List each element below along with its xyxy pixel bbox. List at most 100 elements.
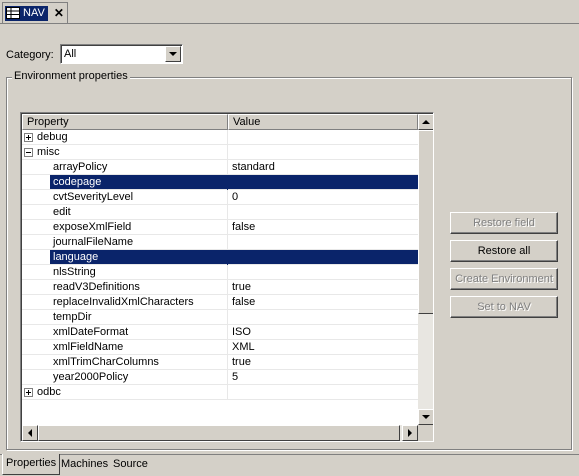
property-cell[interactable]: odbc [22, 385, 228, 400]
scroll-left-button[interactable] [22, 425, 38, 441]
value-cell[interactable] [228, 250, 418, 265]
table-row[interactable]: arrayPolicy standard [22, 160, 418, 175]
value-cell[interactable]: ISO [228, 325, 418, 340]
table-row[interactable]: odbc [22, 385, 418, 400]
restore-field-button[interactable]: Restore field [450, 212, 558, 234]
scroll-right-button[interactable] [402, 425, 418, 441]
table-row[interactable]: exposeXmlField false [22, 220, 418, 235]
column-header-property[interactable]: Property [22, 114, 228, 130]
property-name: replaceInvalidXmlCharacters [53, 296, 194, 308]
column-header-value[interactable]: Value [228, 114, 418, 130]
group-name: odbc [37, 386, 61, 398]
value-cell[interactable]: 0 [228, 190, 418, 205]
property-cell[interactable]: nlsString [22, 265, 228, 280]
property-cell[interactable]: cvtSeverityLevel [22, 190, 228, 205]
value-cell[interactable]: false [228, 220, 418, 235]
value-cell[interactable]: true [228, 355, 418, 370]
value-cell[interactable] [228, 130, 418, 145]
property-cell[interactable]: misc [22, 145, 228, 160]
table-row[interactable]: tempDir [22, 310, 418, 325]
table-row[interactable]: readV3Definitions true [22, 280, 418, 295]
value-cell[interactable] [228, 205, 418, 220]
restore-all-button[interactable]: Restore all [450, 240, 558, 262]
value-cell[interactable] [228, 235, 418, 250]
table-row[interactable]: year2000Policy 5 [22, 370, 418, 385]
property-cell[interactable]: readV3Definitions [22, 280, 228, 295]
group-name: debug [37, 131, 68, 143]
set-to-nav-button[interactable]: Set to NAV [450, 296, 558, 318]
value-cell[interactable]: false [228, 295, 418, 310]
property-cell[interactable]: codepage [22, 175, 228, 190]
property-name: nlsString [53, 266, 96, 278]
group-title: Environment properties [12, 70, 130, 82]
property-name: cvtSeverityLevel [53, 191, 134, 203]
table-row[interactable]: edit [22, 205, 418, 220]
property-cell[interactable]: exposeXmlField [22, 220, 228, 235]
nav-tab-chip[interactable]: NAV [5, 5, 48, 21]
value-cell[interactable] [228, 145, 418, 160]
property-name: tempDir [53, 311, 92, 323]
property-cell[interactable]: xmlDateFormat [22, 325, 228, 340]
value-cell[interactable] [228, 175, 418, 190]
value-cell[interactable] [228, 310, 418, 325]
property-name: journalFileName [53, 236, 134, 248]
expand-icon[interactable] [24, 388, 33, 397]
nav-editor-tab[interactable]: NAV ✕ [2, 2, 68, 23]
close-icon[interactable]: ✕ [54, 7, 64, 19]
group-name: misc [37, 146, 60, 158]
collapse-icon[interactable] [24, 148, 33, 157]
property-name: xmlFieldName [53, 341, 124, 353]
arrow-up-icon [422, 120, 430, 124]
scroll-up-button[interactable] [418, 114, 433, 130]
horizontal-scroll-thumb[interactable] [38, 425, 400, 441]
value-cell[interactable]: 5 [228, 370, 418, 385]
category-dropdown[interactable]: All [60, 44, 183, 64]
table-row[interactable]: misc [22, 145, 418, 160]
vertical-scrollbar[interactable] [418, 114, 433, 425]
tab-source[interactable]: Source [110, 455, 151, 475]
table-row[interactable]: debug [22, 130, 418, 145]
value-cell[interactable] [228, 385, 418, 400]
value-cell[interactable] [228, 265, 418, 280]
table-row[interactable]: journalFileName [22, 235, 418, 250]
scrollbar-corner [418, 425, 433, 441]
property-cell[interactable]: journalFileName [22, 235, 228, 250]
editor-tab-strip: NAV ✕ [0, 0, 579, 24]
vertical-scroll-thumb[interactable] [418, 130, 433, 314]
property-cell[interactable]: replaceInvalidXmlCharacters [22, 295, 228, 310]
table-row[interactable]: replaceInvalidXmlCharacters false [22, 295, 418, 310]
property-name: exposeXmlField [53, 221, 132, 233]
table-row[interactable]: xmlFieldName XML [22, 340, 418, 355]
create-environment-button[interactable]: Create Environment [450, 268, 558, 290]
table-row[interactable]: codepage [22, 175, 418, 190]
property-cell[interactable]: arrayPolicy [22, 160, 228, 175]
value-cell[interactable]: true [228, 280, 418, 295]
bottom-tab-bar: Properties Machines Source [0, 454, 579, 476]
table-row[interactable]: language [22, 250, 418, 265]
property-cell[interactable]: tempDir [22, 310, 228, 325]
nav-tab-label: NAV [23, 7, 45, 19]
tab-machines[interactable]: Machines [58, 455, 111, 475]
horizontal-scrollbar[interactable] [22, 425, 418, 441]
value-cell[interactable]: standard [228, 160, 418, 175]
property-table: Property Value debug misc arrayPolicy stand… [20, 112, 434, 442]
property-cell[interactable]: debug [22, 130, 228, 145]
tab-properties[interactable]: Properties [2, 454, 61, 475]
property-cell[interactable]: language [22, 250, 228, 265]
expand-icon[interactable] [24, 133, 33, 142]
table-row[interactable]: nlsString [22, 265, 418, 280]
table-header: Property Value [22, 114, 418, 130]
value-cell[interactable]: XML [228, 340, 418, 355]
dropdown-button[interactable] [165, 46, 181, 62]
scroll-down-button[interactable] [418, 409, 433, 425]
property-name: xmlDateFormat [53, 326, 129, 338]
property-cell[interactable]: xmlTrimCharColumns [22, 355, 228, 370]
table-row[interactable]: xmlTrimCharColumns true [22, 355, 418, 370]
property-cell[interactable]: edit [22, 205, 228, 220]
table-row[interactable]: cvtSeverityLevel 0 [22, 190, 418, 205]
category-selected-value: All [64, 48, 77, 60]
table-row[interactable]: xmlDateFormat ISO [22, 325, 418, 340]
property-cell[interactable]: xmlFieldName [22, 340, 228, 355]
property-name: year2000Policy [53, 371, 129, 383]
property-cell[interactable]: year2000Policy [22, 370, 228, 385]
